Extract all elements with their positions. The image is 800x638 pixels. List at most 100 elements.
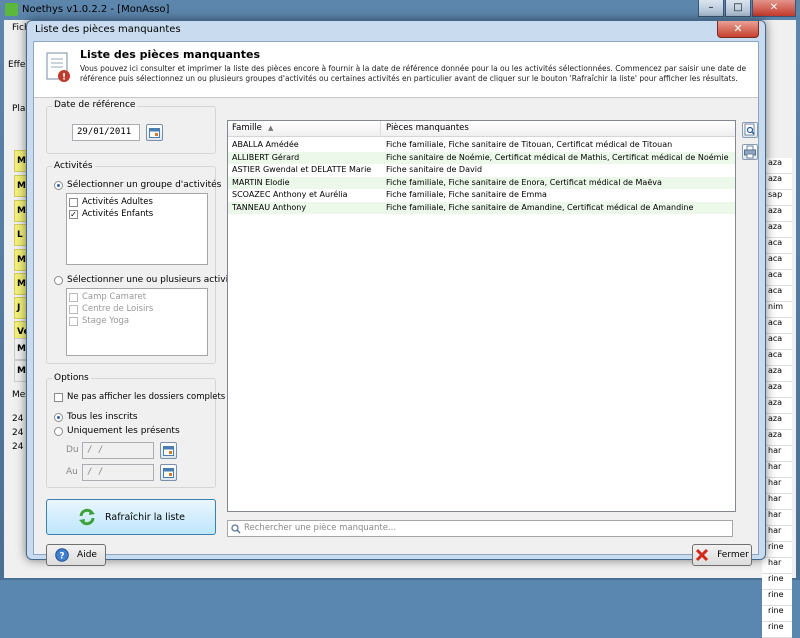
to-date-input[interactable]: / / — [82, 464, 154, 481]
cell-famille: ASTIER Gwendal et DELATTE Marie — [232, 165, 372, 174]
date-ref-calendar-button[interactable] — [146, 124, 163, 141]
right-column-cell: har — [762, 510, 792, 526]
table-row[interactable]: ASTIER Gwendal et DELATTE Marie Fiche sa… — [228, 164, 735, 177]
radio-present-label: Uniquement les présents — [67, 426, 180, 436]
right-column-cell: rine — [762, 542, 792, 558]
right-column-cell: aza — [762, 430, 792, 446]
radio-dot — [54, 426, 63, 436]
right-column-cell: aza — [762, 366, 792, 382]
dialog-body: ! Liste des pièces manquantes Vous pouve… — [33, 41, 759, 566]
right-column-cell: aca — [762, 318, 792, 334]
table-row[interactable]: SCOAZEC Anthony et Aurélia Fiche familia… — [228, 189, 735, 202]
refresh-list-button[interactable]: Rafraîchir la liste — [46, 499, 216, 535]
radio-present-only[interactable]: Uniquement les présents — [54, 426, 180, 436]
right-column-cell: har — [762, 558, 792, 574]
date-ref-input[interactable]: 29/01/2011 — [72, 124, 140, 141]
calendar-icon — [163, 468, 174, 478]
groups-list: Activités Adultes ✓ Activités Enfants — [66, 193, 208, 265]
radio-select-groups[interactable]: Sélectionner un groupe d'activités — [54, 180, 221, 190]
right-column-cell: rine — [762, 574, 792, 590]
date-ref-label: Date de référence — [52, 100, 138, 110]
missing-documents-table: Famille ▲ Pièces manquantes ABALLA Amédé… — [227, 120, 736, 512]
right-column-cell: rine — [762, 590, 792, 606]
column-separator — [380, 121, 381, 137]
radio-all-label: Tous les inscrits — [67, 412, 138, 422]
calendar-icon — [163, 446, 174, 456]
search-icon — [231, 524, 241, 534]
cell-famille: MARTIN Elodie — [232, 177, 290, 187]
help-button[interactable]: ? Aide — [46, 544, 106, 566]
right-column-cell: aza — [762, 398, 792, 414]
main-window-title: Noethys v1.0.2.2 - [MonAsso] — [22, 4, 170, 15]
right-column: aza aza sap aza aza aca aca aca aca nim aca aca aca a… — [762, 158, 792, 638]
to-label: Au — [66, 467, 78, 477]
print-button[interactable] — [742, 144, 758, 160]
right-column-cell: sap — [762, 190, 792, 206]
right-column-cell: nim — [762, 302, 792, 318]
right-column-cell: har — [762, 526, 792, 542]
app-icon — [5, 3, 18, 16]
main-titlebar: Noethys v1.0.2.2 - [MonAsso] — [0, 0, 800, 20]
activity-checkbox[interactable]: Centre de Loisirs — [67, 303, 207, 315]
dialog-close-icon[interactable]: ✕ — [717, 21, 759, 38]
column-header-pieces[interactable]: Pièces manquantes — [386, 123, 469, 133]
cell-pieces: Fiche familiale, Fiche sanitaire de Tito… — [386, 140, 673, 149]
right-column-cell: rine — [762, 606, 792, 622]
document-icon: ! — [46, 52, 70, 83]
right-column-cell: aca — [762, 238, 792, 254]
checkbox-box — [69, 292, 78, 302]
preview-button[interactable] — [742, 122, 758, 138]
table-row[interactable]: TANNEAU Anthony Fiche familiale, Fiche s… — [228, 201, 735, 214]
cell-famille: SCOAZEC Anthony et Aurélia — [232, 190, 348, 199]
checkmark-icon: ✓ — [69, 209, 78, 219]
right-column-cell: aza — [762, 174, 792, 190]
right-column-cell: aca — [762, 350, 792, 366]
cell-pieces: Fiche familiale, Fiche sanitaire de Aman… — [386, 202, 694, 212]
activity-label: Camp Camaret — [82, 292, 147, 302]
missing-documents-dialog: Liste des pièces manquantes ✕ ! Liste de… — [26, 20, 766, 566]
checkbox-box — [69, 316, 78, 326]
from-calendar-button[interactable] — [160, 442, 177, 459]
header-title: Liste des pièces manquantes — [80, 48, 260, 61]
cell-famille: TANNEAU Anthony — [232, 202, 307, 212]
checkbox-box — [69, 304, 78, 314]
maximize-icon[interactable]: □ — [725, 0, 751, 17]
close-label: Fermer — [717, 550, 749, 560]
sort-ascending-icon: ▲ — [268, 124, 274, 132]
radio-all-enrolled[interactable]: Tous les inscrits — [54, 412, 138, 422]
right-column-cell: aca — [762, 270, 792, 286]
right-column-cell: aca — [762, 254, 792, 270]
column-header-famille[interactable]: Famille — [232, 123, 262, 133]
group-checkbox-adultes[interactable]: Activités Adultes — [67, 196, 207, 208]
right-column-cell: aza — [762, 206, 792, 222]
minimize-icon[interactable]: – — [698, 0, 724, 17]
cell-pieces: Fiche sanitaire de David — [386, 165, 483, 174]
from-label: Du — [66, 445, 79, 455]
close-button[interactable]: Fermer — [692, 544, 752, 566]
right-column-cell: har — [762, 446, 792, 462]
close-icon[interactable]: ✕ — [752, 0, 796, 17]
right-column-cell: aca — [762, 286, 792, 302]
activities-list: Camp Camaret Centre de Loisirs Stage Yog… — [66, 288, 208, 356]
radio-select-activities[interactable]: Sélectionner une ou plusieurs activités — [54, 275, 242, 285]
to-calendar-button[interactable] — [160, 464, 177, 481]
table-row[interactable]: ABALLA Amédée Fiche familiale, Fiche san… — [228, 139, 735, 152]
activity-checkbox[interactable]: Stage Yoga — [67, 315, 207, 327]
right-column-cell: har — [762, 462, 792, 478]
from-date-input[interactable]: / / — [82, 442, 154, 459]
cell-pieces: Fiche sanitaire de Noémie, Certificat mé… — [386, 152, 729, 162]
table-header: Famille ▲ Pièces manquantes — [228, 121, 735, 137]
activity-checkbox[interactable]: Camp Camaret — [67, 291, 207, 303]
radio-dot — [54, 180, 63, 190]
cell-famille: ALLIBERT Gérard — [232, 152, 300, 162]
group-label: Activités Adultes — [82, 197, 153, 207]
group-checkbox-enfants[interactable]: ✓ Activités Enfants — [67, 208, 207, 220]
refresh-list-label: Rafraîchir la liste — [104, 511, 185, 523]
search-input[interactable]: Rechercher une pièce manquante... — [227, 520, 733, 537]
radio-dot — [54, 275, 63, 285]
radio-select-groups-label: Sélectionner un groupe d'activités — [67, 180, 222, 190]
table-row[interactable]: ALLIBERT Gérard Fiche sanitaire de Noémi… — [228, 151, 735, 164]
calendar-icon — [149, 128, 160, 138]
hide-complete-checkbox[interactable]: Ne pas afficher les dossiers complets — [52, 391, 225, 403]
table-row[interactable]: MARTIN Elodie Fiche familiale, Fiche san… — [228, 176, 735, 189]
